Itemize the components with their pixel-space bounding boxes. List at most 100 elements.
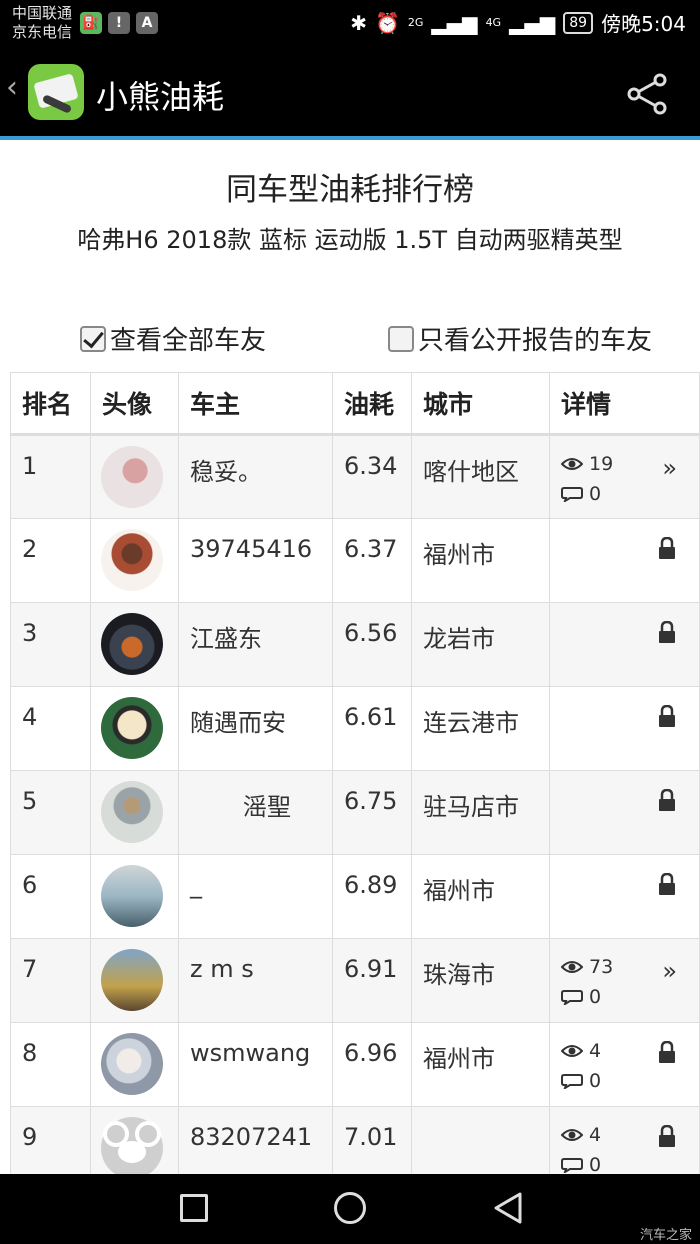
detail-cell[interactable] bbox=[549, 770, 700, 855]
signal-4g-icon: 4G bbox=[485, 15, 502, 29]
filter-public-checkbox[interactable] bbox=[388, 325, 414, 352]
views-value: 73 bbox=[589, 956, 614, 978]
fuel-cell: 6.91 bbox=[332, 938, 412, 1023]
rank-cell: 6 bbox=[10, 854, 91, 939]
avatar[interactable] bbox=[101, 865, 163, 927]
owner-cell: 江盛东 bbox=[178, 602, 333, 687]
header-owner: 车主 bbox=[178, 372, 333, 436]
table-row[interactable]: 8 wsmwang 6.96 福州市 4 0 bbox=[10, 1022, 700, 1107]
fuel-cell: 6.89 bbox=[332, 854, 412, 939]
eye-icon bbox=[561, 1045, 583, 1057]
fuel-cell: 6.56 bbox=[332, 602, 412, 687]
city-cell: 龙岩市 bbox=[411, 602, 550, 687]
alarm-icon: ⏰ bbox=[374, 10, 400, 35]
lock-icon bbox=[659, 873, 675, 895]
lock-icon bbox=[659, 621, 675, 643]
avatar[interactable] bbox=[101, 697, 163, 759]
recent-apps-button[interactable] bbox=[180, 1194, 208, 1222]
views-value: 4 bbox=[589, 1040, 602, 1062]
comments-value: 0 bbox=[589, 986, 602, 1008]
watermark: 汽车之家 bbox=[639, 1228, 692, 1243]
filter-public[interactable]: 只看公开报告的车友 bbox=[388, 320, 652, 357]
header-avatar: 头像 bbox=[90, 372, 179, 436]
detail-cell[interactable]: 4 0 bbox=[549, 1022, 700, 1107]
double-chevron-right-icon[interactable]: » bbox=[662, 957, 677, 985]
fuel-cell: 6.75 bbox=[332, 770, 412, 855]
table-row[interactable]: 2 39745416 6.37 福州市 bbox=[10, 518, 700, 603]
owner-cell: 滛聖 bbox=[178, 770, 333, 855]
avatar[interactable] bbox=[101, 446, 163, 508]
eye-icon bbox=[561, 1129, 583, 1141]
filter-all-checkbox[interactable] bbox=[80, 325, 106, 352]
city-cell: 驻马店市 bbox=[411, 770, 550, 855]
city-cell: 福州市 bbox=[411, 1022, 550, 1107]
table-row[interactable]: 6 _ 6.89 福州市 bbox=[10, 854, 700, 939]
avatar[interactable] bbox=[101, 529, 163, 591]
comments-value: 0 bbox=[589, 483, 602, 505]
fuel-cell: 6.34 bbox=[332, 434, 412, 519]
app-bar-divider bbox=[0, 136, 700, 140]
chevron-left-icon[interactable]: ‹ bbox=[6, 70, 18, 105]
avatar[interactable] bbox=[101, 1117, 163, 1179]
detail-cell[interactable] bbox=[549, 518, 700, 603]
double-chevron-right-icon[interactable]: » bbox=[662, 454, 677, 482]
lock-icon bbox=[659, 537, 675, 559]
detail-cell[interactable] bbox=[549, 686, 700, 771]
carrier-1: 中国联通 bbox=[12, 4, 73, 22]
lock-icon bbox=[659, 705, 675, 727]
avatar[interactable] bbox=[101, 1033, 163, 1095]
city-cell: 福州市 bbox=[411, 854, 550, 939]
detail-cell[interactable]: 73 0 » bbox=[549, 938, 700, 1023]
comment-icon bbox=[561, 990, 583, 1005]
app-notification-icon: ⛽ bbox=[80, 12, 102, 34]
table-row[interactable]: 5 滛聖 6.75 驻马店市 bbox=[10, 770, 700, 855]
rank-cell: 3 bbox=[10, 602, 91, 687]
rank-cell: 7 bbox=[10, 938, 91, 1023]
avatar[interactable] bbox=[101, 949, 163, 1011]
avatar[interactable] bbox=[101, 781, 163, 843]
avatar-cell bbox=[90, 938, 179, 1023]
comments-value: 0 bbox=[589, 1070, 602, 1092]
table-header-row: 排名 头像 车主 油耗 城市 详情 bbox=[10, 372, 700, 436]
comment-icon bbox=[561, 487, 583, 502]
avatar-cell bbox=[90, 854, 179, 939]
lock-icon bbox=[659, 1125, 675, 1147]
carrier-info: 中国联通 京东电信 bbox=[12, 4, 72, 42]
city-cell: 喀什地区 bbox=[411, 434, 550, 519]
table-row[interactable]: 7 z m s 6.91 珠海市 73 0 » bbox=[10, 938, 700, 1023]
comments-count: 0 bbox=[561, 482, 688, 506]
comments-count: 0 bbox=[561, 985, 688, 1009]
table-row[interactable]: 4 随遇而安 6.61 连云港市 bbox=[10, 686, 700, 771]
header-city: 城市 bbox=[411, 372, 550, 436]
battery-indicator: 89 bbox=[563, 11, 594, 34]
signal-bars-icon: ▂▄▆ bbox=[431, 10, 478, 35]
avatar-cell bbox=[90, 434, 179, 519]
avatar-cell bbox=[90, 1022, 179, 1107]
detail-cell[interactable] bbox=[549, 602, 700, 687]
comment-icon bbox=[561, 1158, 583, 1173]
notification-icons: ⛽ ! A bbox=[80, 12, 158, 34]
back-button[interactable] bbox=[490, 1190, 526, 1226]
share-icon[interactable] bbox=[626, 72, 670, 116]
bluetooth-icon: ✱ bbox=[350, 10, 367, 35]
table-row[interactable]: 1 稳妥。 6.34 喀什地区 19 0 » bbox=[10, 434, 700, 519]
filter-all[interactable]: 查看全部车友 bbox=[80, 320, 266, 357]
car-model-subtitle: 哈弗H6 2018款 蓝标 运动版 1.5T 自动两驱精英型 bbox=[77, 226, 623, 254]
comments-count: 0 bbox=[561, 1069, 688, 1093]
signal-2g-icon: 2G bbox=[407, 15, 424, 29]
eye-icon bbox=[561, 961, 583, 973]
owner-cell: 39745416 bbox=[178, 518, 333, 603]
detail-cell[interactable]: 19 0 » bbox=[549, 434, 700, 519]
signal-bars-icon-2: ▂▄▆ bbox=[509, 10, 556, 35]
header-rank: 排名 bbox=[10, 372, 91, 436]
avatar[interactable] bbox=[101, 613, 163, 675]
carrier-2: 京东电信 bbox=[12, 23, 73, 41]
status-bar: 中国联通 京东电信 ⛽ ! A ✱ ⏰ 2G ▂▄▆ 4G ▂▄▆ 89 傍晚5… bbox=[0, 0, 700, 48]
table-row[interactable]: 3 江盛东 6.56 龙岩市 bbox=[10, 602, 700, 687]
owner-cell: 随遇而安 bbox=[178, 686, 333, 771]
views-value: 19 bbox=[589, 453, 614, 475]
detail-cell[interactable] bbox=[549, 854, 700, 939]
app-logo[interactable] bbox=[28, 64, 84, 120]
home-button[interactable] bbox=[334, 1192, 366, 1224]
app-title: 小熊油耗 bbox=[96, 78, 225, 116]
